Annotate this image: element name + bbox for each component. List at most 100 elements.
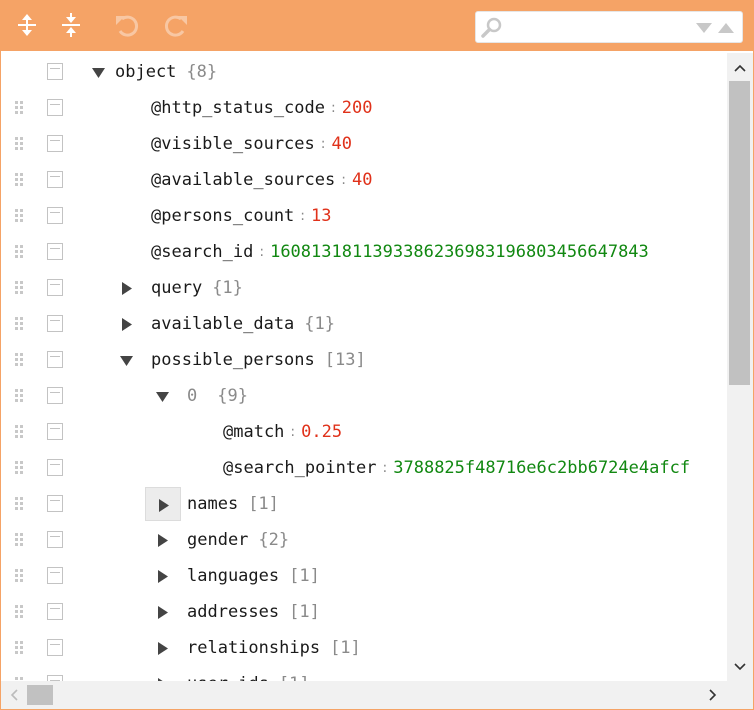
drag-handle-icon[interactable] [13, 136, 25, 152]
context-menu-button[interactable] [47, 567, 63, 584]
collapse-toggle[interactable] [109, 343, 145, 377]
search-input[interactable] [508, 15, 692, 39]
context-menu-button[interactable] [47, 99, 63, 116]
context-menu-button[interactable] [47, 459, 63, 476]
expand-toggle[interactable] [109, 271, 145, 305]
node-value[interactable]: 13 [311, 206, 331, 226]
node-key[interactable]: relationships [187, 638, 320, 658]
tree-row[interactable]: available_data {1} [1, 306, 727, 342]
redo-button[interactable] [161, 10, 191, 40]
tree-row[interactable]: addresses [1] [1, 594, 727, 630]
vertical-scrollbar-thumb[interactable] [729, 81, 750, 385]
search-previous-button[interactable] [716, 18, 736, 36]
context-menu-button[interactable] [47, 63, 63, 80]
node-key[interactable]: available_data [151, 314, 294, 334]
tree-row[interactable]: @search_id:16081318113933862369831968034… [1, 234, 727, 270]
node-value[interactable]: 3788825f48716e6c2bb6724e4afcf [393, 458, 690, 478]
drag-handle-icon[interactable] [13, 100, 25, 116]
node-key[interactable]: @match [223, 422, 284, 442]
node-key[interactable]: object [115, 62, 176, 82]
tree-row[interactable]: @http_status_code:200 [1, 90, 727, 126]
node-index[interactable]: 0 [187, 386, 197, 406]
tree-row[interactable]: @search_pointer:3788825f48716e6c2bb6724e… [1, 450, 727, 486]
node-key[interactable]: @persons_count [151, 206, 294, 226]
expand-toggle[interactable] [109, 307, 145, 341]
expand-toggle[interactable] [145, 523, 181, 557]
node-key[interactable]: addresses [187, 602, 279, 622]
node-key[interactable]: @available_sources [151, 170, 335, 190]
drag-handle-icon[interactable] [13, 316, 25, 332]
drag-handle-icon[interactable] [13, 352, 25, 368]
expand-toggle[interactable] [145, 595, 181, 629]
drag-handle-icon[interactable] [13, 388, 25, 404]
chevron-left-icon[interactable] [6, 687, 22, 703]
context-menu-button[interactable] [47, 423, 63, 440]
node-key[interactable]: @http_status_code [151, 98, 325, 118]
context-menu-button[interactable] [47, 171, 63, 188]
context-menu-button[interactable] [47, 387, 63, 404]
node-key[interactable]: possible_persons [151, 350, 315, 370]
drag-handle-icon[interactable] [13, 208, 25, 224]
collapse-toggle[interactable] [81, 55, 117, 89]
collapse-all-button[interactable] [56, 10, 86, 40]
drag-handle-icon[interactable] [13, 496, 25, 512]
drag-handle-icon[interactable] [13, 532, 25, 548]
drag-handle-icon[interactable] [13, 172, 25, 188]
node-key[interactable]: names [187, 494, 238, 514]
tree-row[interactable]: possible_persons [13] [1, 342, 727, 378]
node-value[interactable]: 200 [342, 98, 373, 118]
expand-toggle[interactable] [145, 487, 181, 521]
chevron-up-icon[interactable] [732, 60, 748, 76]
drag-handle-icon[interactable] [13, 280, 25, 296]
context-menu-button[interactable] [47, 315, 63, 332]
expand-toggle[interactable] [145, 631, 181, 665]
chevron-right-icon[interactable] [705, 687, 721, 703]
context-menu-button[interactable] [47, 279, 63, 296]
drag-handle-icon[interactable] [13, 640, 25, 656]
tree-row[interactable]: names [1] [1, 486, 727, 522]
context-menu-button[interactable] [47, 603, 63, 620]
drag-handle-icon[interactable] [13, 424, 25, 440]
tree-row[interactable]: gender {2} [1, 522, 727, 558]
tree-row[interactable]: @available_sources:40 [1, 162, 727, 198]
context-menu-button[interactable] [47, 531, 63, 548]
collapse-toggle[interactable] [145, 379, 181, 413]
context-menu-button[interactable] [47, 351, 63, 368]
expand-toggle[interactable] [145, 559, 181, 593]
node-key[interactable]: gender [187, 530, 248, 550]
tree-row[interactable]: 0 {9} [1, 378, 727, 414]
node-key[interactable]: @search_id [151, 242, 253, 262]
undo-button[interactable] [112, 10, 142, 40]
chevron-down-icon[interactable] [732, 659, 748, 675]
drag-handle-icon[interactable] [13, 604, 25, 620]
context-menu-button[interactable] [47, 495, 63, 512]
drag-handle-icon[interactable] [13, 460, 25, 476]
drag-handle-icon[interactable] [13, 244, 25, 260]
node-value[interactable]: 40 [352, 170, 372, 190]
node-value[interactable]: 160813181139338623698319680345664784​3 [270, 242, 649, 262]
tree-row[interactable]: query {1} [1, 270, 727, 306]
tree-row[interactable]: @persons_count:13 [1, 198, 727, 234]
tree-row[interactable]: relationships [1] [1, 630, 727, 666]
context-menu-button[interactable] [47, 639, 63, 656]
horizontal-scrollbar-thumb[interactable] [27, 685, 53, 705]
node-key[interactable]: query [151, 278, 202, 298]
expand-all-button[interactable] [12, 10, 42, 40]
context-menu-button[interactable] [47, 135, 63, 152]
tree-row[interactable]: @visible_sources:40 [1, 126, 727, 162]
node-key[interactable]: @visible_sources [151, 134, 315, 154]
context-menu-button[interactable] [47, 207, 63, 224]
vertical-scrollbar[interactable] [727, 53, 753, 681]
expand-toggle[interactable] [145, 667, 181, 681]
node-value[interactable]: 40 [331, 134, 351, 154]
tree-row[interactable]: languages [1] [1, 558, 727, 594]
node-value[interactable]: 0.25 [301, 422, 342, 442]
node-key[interactable]: user_ids [187, 674, 269, 681]
tree-row[interactable]: user_ids [1] [1, 666, 727, 681]
node-key[interactable]: @search_pointer [223, 458, 377, 478]
search-next-button[interactable] [694, 18, 714, 36]
tree-row[interactable]: @match:0.25 [1, 414, 727, 450]
node-key[interactable]: languages [187, 566, 279, 586]
drag-handle-icon[interactable] [13, 568, 25, 584]
horizontal-scrollbar[interactable] [1, 681, 727, 709]
